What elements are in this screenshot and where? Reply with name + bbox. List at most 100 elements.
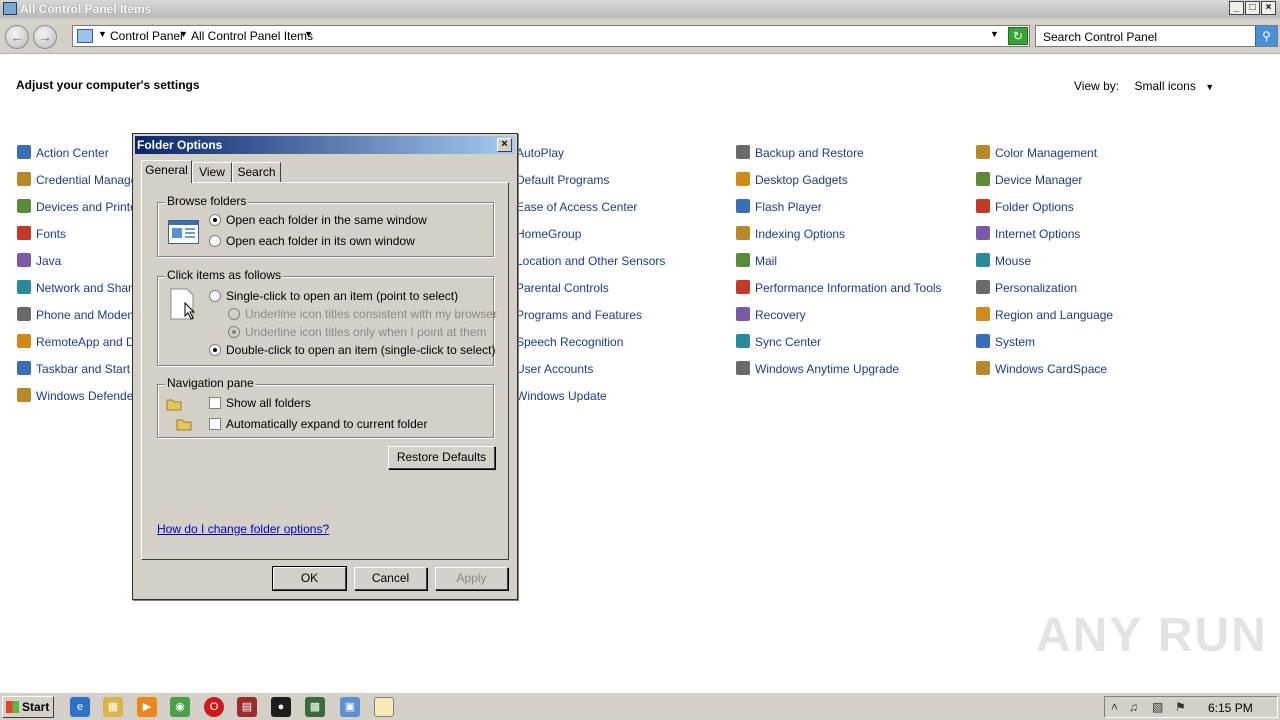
chevron-down-icon[interactable]: ▼ (1205, 82, 1214, 92)
radio-single-click[interactable] (209, 290, 221, 302)
network-icon[interactable]: ▩ (305, 697, 325, 717)
anyrun-watermark: ANY RUN (1036, 609, 1268, 662)
clock[interactable]: 6:15 PM (1208, 701, 1253, 715)
winrar-icon[interactable]: ▤ (237, 697, 257, 717)
item-label: Backup and Restore (755, 146, 864, 160)
dialog-titlebar: Folder Options × (135, 136, 515, 154)
windows-logo-icon (6, 701, 19, 713)
radio-own-window[interactable] (209, 235, 221, 247)
chrome-icon[interactable]: ◉ (170, 697, 190, 717)
dialog-close-button[interactable]: × (497, 138, 512, 152)
back-button[interactable]: ← (5, 25, 29, 49)
volume-icon[interactable]: ♫ (1129, 700, 1138, 714)
item-icon (17, 307, 31, 321)
label-underline-browser: Underline icon titles consistent with my… (245, 307, 498, 321)
item-icon (736, 361, 750, 375)
tab-search[interactable]: Search (232, 162, 281, 183)
search-input[interactable]: Search Control Panel ⚲ (1035, 25, 1278, 47)
forward-button[interactable]: → (33, 25, 57, 49)
item-icon (736, 172, 750, 186)
start-button[interactable]: Start (2, 696, 54, 718)
internet-explorer-icon[interactable]: e (70, 697, 90, 717)
apply-button[interactable]: Apply (435, 567, 508, 590)
search-icon[interactable]: ⚲ (1255, 26, 1277, 46)
item-label: AutoPlay (516, 146, 565, 160)
explorer-icon[interactable]: ▦ (103, 697, 123, 717)
item-icon (17, 361, 31, 375)
tab-general[interactable]: General (141, 160, 192, 183)
item-label: Indexing Options (755, 227, 846, 241)
refresh-button[interactable]: ↻ (1008, 27, 1028, 45)
item-icon (736, 280, 750, 294)
breadcrumb-all-items[interactable]: All Control Panel Items (191, 29, 313, 43)
search-placeholder: Search Control Panel (1043, 30, 1158, 44)
item-icon (17, 226, 31, 240)
page-title: Adjust your computer's settings (16, 78, 200, 92)
control-panel-taskbar-icon[interactable]: ▣ (340, 697, 360, 717)
maximize-button[interactable]: □ (1245, 1, 1260, 15)
item-label: Fonts (36, 227, 67, 241)
address-bar: ← → ▼ Control Panel ▼ All Control Panel … (0, 18, 1280, 54)
item-icon (976, 334, 990, 348)
folder-options-taskbar-icon[interactable] (374, 697, 394, 717)
action-center-flag-icon[interactable]: ⚑ (1175, 700, 1186, 714)
item-label: Mouse (995, 254, 1032, 268)
item-label: Ease of Access Center (516, 200, 638, 214)
radio-double-click[interactable] (209, 344, 221, 356)
window-titlebar: All Control Panel Items _ □ × (0, 0, 1280, 18)
ok-button[interactable]: OK (272, 566, 347, 591)
item-icon (976, 361, 990, 375)
navigation-pane-title: Navigation pane (165, 376, 256, 390)
tab-view[interactable]: View (192, 162, 232, 183)
click-items-title: Click items as follows (165, 268, 284, 282)
radio-underline-point[interactable] (228, 326, 240, 338)
item-label: Recovery (755, 308, 806, 322)
radio-underline-browser[interactable] (228, 308, 240, 320)
item-label: HomeGroup (516, 227, 582, 241)
chevron-down-icon[interactable]: ▼ (179, 29, 188, 39)
control-panel-icon (3, 2, 17, 15)
item-icon (17, 253, 31, 267)
navigation-pane-group: Navigation pane Show all folders Automat… (157, 376, 494, 438)
item-icon (736, 145, 750, 159)
item-label: Phone and Modem (36, 308, 138, 322)
item-label: Device Manager (995, 173, 1083, 187)
item-icon (17, 145, 31, 159)
radio-same-window[interactable] (209, 214, 221, 226)
label-single-click: Single-click to open an item (point to s… (226, 289, 459, 303)
terminal-icon[interactable]: ● (271, 697, 291, 717)
item-icon (976, 307, 990, 321)
show-hidden-icons-icon[interactable]: ˄ (1111, 700, 1118, 714)
opera-icon[interactable]: O (204, 697, 224, 717)
folder-icon (166, 399, 182, 411)
label-underline-point: Underline icon titles only when I point … (245, 325, 487, 339)
view-by-select[interactable]: Small icons (1134, 79, 1195, 93)
help-link[interactable]: How do I change folder options? (157, 522, 329, 536)
address-field[interactable]: ▼ Control Panel ▼ All Control Panel Item… (72, 25, 1030, 47)
cancel-button[interactable]: Cancel (354, 567, 427, 590)
item-icon (736, 199, 750, 213)
item-label: Devices and Printers (36, 200, 147, 214)
chevron-down-icon[interactable]: ▼ (98, 29, 107, 39)
start-label: Start (22, 700, 50, 714)
label-show-all-folders: Show all folders (226, 396, 311, 410)
close-button[interactable]: × (1261, 1, 1276, 15)
pointer-document-icon (170, 288, 196, 320)
item-label: Location and Other Sensors (516, 254, 666, 268)
checkbox-show-all-folders[interactable] (209, 397, 221, 409)
history-dropdown-icon[interactable]: ▼ (990, 29, 999, 39)
minimize-button[interactable]: _ (1229, 1, 1244, 15)
restore-defaults-button[interactable]: Restore Defaults (388, 446, 495, 469)
item-icon (17, 172, 31, 186)
checkbox-auto-expand[interactable] (209, 418, 221, 430)
media-player-icon[interactable]: ▶ (137, 697, 157, 717)
item-label: Action Center (36, 146, 109, 160)
item-label: Taskbar and Start M (36, 362, 144, 376)
chevron-down-icon[interactable]: ▼ (304, 29, 313, 39)
breadcrumb-control-panel[interactable]: Control Panel (110, 29, 183, 43)
label-double-click: Double-click to open an item (single-cli… (226, 343, 496, 357)
network-status-icon[interactable]: ▧ (1152, 700, 1163, 714)
item-label: Internet Options (995, 227, 1081, 241)
item-icon (736, 307, 750, 321)
item-icon (976, 199, 990, 213)
